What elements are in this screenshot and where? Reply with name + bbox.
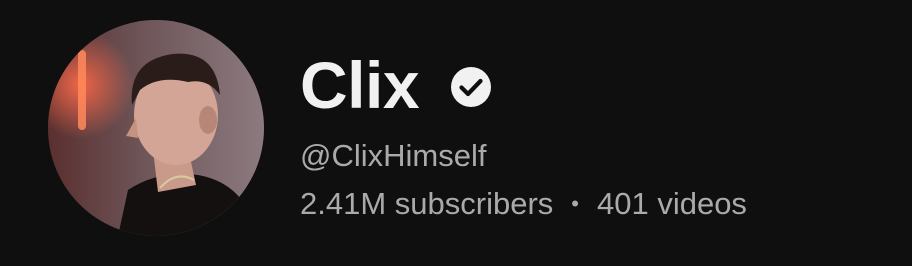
channel-avatar[interactable]: [48, 20, 264, 236]
avatar-photo: [48, 20, 264, 236]
channel-handle: @ClixHimself: [300, 138, 487, 173]
channel-stats: 2.41M subscribers • 401 videos: [300, 184, 902, 224]
subscriber-count: 2.41M subscribers: [300, 186, 554, 221]
channel-info: Clix @ClixHimself 2.41M subscribers • 40…: [300, 42, 902, 224]
channel-header: Clix @ClixHimself 2.41M subscribers • 40…: [0, 0, 912, 266]
title-row: Clix: [300, 42, 902, 128]
check-circle-icon: [449, 65, 493, 109]
video-count: 401 videos: [596, 186, 747, 221]
channel-name: Clix: [300, 48, 420, 122]
separator-dot: •: [571, 191, 579, 216]
